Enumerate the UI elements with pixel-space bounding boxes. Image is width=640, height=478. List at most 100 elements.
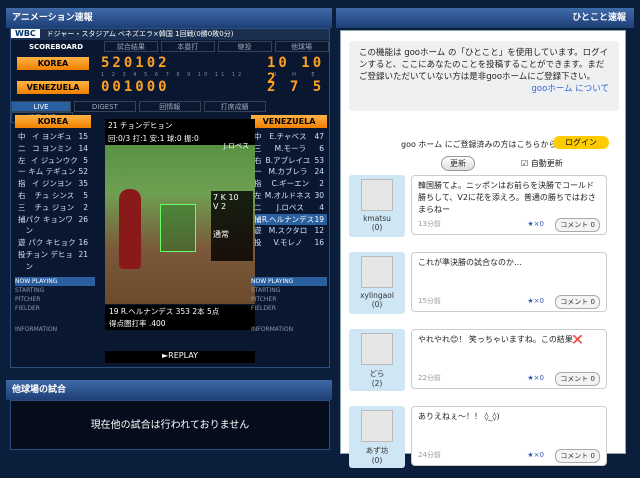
star-count[interactable]: ★×0	[527, 295, 544, 307]
lineup-row[interactable]: 遊パク キヒョク 16	[15, 237, 91, 249]
lineup-row[interactable]: 投チョン デヒョン 21	[15, 249, 91, 273]
lineup-row[interactable]: 二コ ヨンミン 14	[15, 143, 91, 155]
user-avatar[interactable]: どら (2)	[349, 329, 405, 391]
lineup-row[interactable]: 右チュ シンス 5	[15, 190, 91, 202]
user-name[interactable]: kmatsu	[349, 214, 405, 223]
tab-live[interactable]: LIVE	[11, 101, 71, 112]
lineup-row[interactable]: 三チュ ジョン 2	[15, 202, 91, 214]
lineup-name: パク キョンワン	[25, 214, 73, 236]
auto-refresh-label: 自動更新	[530, 159, 563, 168]
comment-button[interactable]: コメント 0	[555, 372, 600, 386]
lineup-num: 16	[78, 238, 88, 248]
star-count[interactable]: ★×0	[527, 372, 544, 384]
lineup-row[interactable]: 中イ ヨンギュ 15	[15, 131, 91, 143]
avatar-image	[361, 333, 393, 365]
now-playing-label: NOW PLAYING	[15, 277, 95, 286]
lineup-row[interactable]: 捕パク キョンワン 26	[15, 214, 91, 238]
lineup-name: M.モーラ	[274, 143, 307, 153]
user-count: (0)	[371, 456, 383, 465]
lineup-num: 53	[314, 155, 324, 165]
goo-about-link[interactable]: gooホーム について	[359, 83, 610, 95]
user-avatar[interactable]: kmatsu (0)	[349, 175, 405, 237]
user-name[interactable]: xylingaol	[349, 291, 405, 300]
starting-label: STARTING	[15, 287, 45, 294]
count-v: 2	[221, 202, 227, 211]
user-avatar[interactable]: あず坊 (0)	[349, 406, 405, 468]
lineup-num: 47	[314, 132, 324, 141]
star-count[interactable]: ★×0	[527, 449, 544, 461]
lineup-name: コ ヨンミン	[32, 143, 72, 153]
tab-relief[interactable]: 継投	[217, 41, 272, 52]
lineup-row[interactable]: 捕 R.ヘルナンデス 19	[251, 213, 327, 226]
lineup-row[interactable]: 指 C.ギーエン 2	[251, 178, 327, 190]
lineup-name: M.スクタロ	[268, 226, 308, 236]
comment-button[interactable]: コメント 0	[555, 295, 600, 309]
refresh-button[interactable]: 更新	[441, 156, 475, 171]
lineup-pos: 左	[18, 155, 26, 165]
count-k: 10	[228, 193, 239, 202]
lineup-row[interactable]: 投 V.モレノ 16	[251, 237, 327, 249]
user-avatar[interactable]: xylingaol (0)	[349, 252, 405, 314]
lineup-pos: 右	[18, 190, 26, 200]
comment-time: 13分前	[418, 220, 441, 228]
auto-refresh[interactable]: ☑ 自動更新	[521, 158, 563, 169]
lineup-num: 21	[78, 249, 88, 259]
comment-bubble: これが準決勝の試合なのか… 15分前 ★×0 コメント 0	[411, 252, 607, 312]
lineup-name: M.オルドネス	[264, 190, 312, 200]
lineup-name: J.ロペス	[276, 202, 304, 212]
lineup-name: チュ ジョン	[34, 202, 75, 212]
tab-other-games[interactable]: 他球場	[274, 41, 329, 52]
user-name[interactable]: どら	[349, 368, 405, 379]
login-button[interactable]: ログイン	[553, 136, 609, 149]
comment-time: 24分前	[418, 451, 441, 459]
baseball-field-view: 21 チョンデヒョン 回:0/3 打:1 安:1 球:0 振:0 J.ロペス 7…	[105, 119, 255, 304]
lineup-pos: 左	[254, 190, 262, 200]
tab-result[interactable]: 試合結果	[103, 41, 158, 52]
lineup-row[interactable]: 指イ ジンヨン 35	[15, 178, 91, 190]
tab-homerun[interactable]: 本塁打	[160, 41, 215, 52]
lineup-row[interactable]: 右 B.アブレイユ 53	[251, 155, 327, 167]
comment-bubble: 韓国勝てよ。ニッポンはお前らを決勝でコールド勝ちして、V2に花を添えろ。普通の勝…	[411, 175, 607, 235]
animation-panel: WBC ドジャー・スタジアム ベネズエラ×韓国 1回戦(0勝0敗0分) SCOR…	[10, 28, 330, 368]
other-games-message: 現在他の試合は行われておりません	[10, 400, 330, 450]
lineup-num: 14	[78, 143, 88, 153]
lineup-row[interactable]: 一キム テギュン 52	[15, 166, 91, 178]
comment-bubble: ありえねぇ～！！ ◊_◊) 24分前 ★×0 コメント 0	[411, 406, 607, 466]
lineup-row[interactable]: 中 E.チャベス 47	[251, 131, 327, 143]
lineup-row[interactable]: 三 M.モーラ 6	[251, 143, 327, 155]
lineup-row[interactable]: 二 J.ロペス 4	[251, 202, 327, 214]
lineup-name: イ ヨンギュ	[32, 132, 72, 141]
comment-button[interactable]: コメント 0	[555, 218, 600, 232]
tab-inning-info[interactable]: 回情報	[138, 101, 201, 112]
lineup-pos: 投	[254, 238, 262, 248]
avatar-image	[361, 256, 393, 288]
tab-batting[interactable]: 打席成績	[203, 101, 266, 112]
lineup-num: 16	[314, 238, 324, 248]
tab-digest[interactable]: DIGEST	[73, 101, 136, 112]
lineup-row[interactable]: 左 M.オルドネス 30	[251, 190, 327, 202]
mode-label: 通常	[213, 230, 229, 239]
lineup-num: 12	[314, 226, 324, 236]
lineup-pos: 一	[18, 167, 26, 177]
lineup-row[interactable]: 遊 M.スクタロ 12	[251, 225, 327, 237]
comment-item: あず坊 (0) ありえねぇ～！！ ◊_◊) 24分前 ★×0 コメント 0	[349, 406, 619, 474]
now-playing-right: NOW PLAYING STARTING PITCHER FIELDER INF…	[251, 277, 327, 334]
lineup-row[interactable]: 左イ ジュンウク 5	[15, 155, 91, 167]
lineup-row[interactable]: 一 M.カブレラ 24	[251, 166, 327, 178]
star-count[interactable]: ★×0	[527, 218, 544, 230]
user-name[interactable]: あず坊	[349, 445, 405, 456]
comment-button[interactable]: コメント 0	[555, 449, 600, 463]
inning-numbers: 1 2 3 4 5 6 7 8 9 10 11 12	[101, 72, 245, 78]
lineup-name: E.チャベス	[269, 132, 307, 141]
information-label: INFORMATION	[15, 326, 58, 333]
replay-button[interactable]: ►REPLAY	[105, 351, 255, 363]
lineup-num: 6	[319, 143, 324, 153]
lineup-num: 19	[314, 214, 324, 224]
lineup-num: 24	[314, 167, 324, 177]
lineup-num: 15	[78, 132, 88, 141]
information-label-right: INFORMATION	[251, 326, 294, 333]
team-korea: KOREA	[17, 57, 89, 70]
lineup-pos: 三	[254, 143, 262, 153]
scoreboard-label: SCOREBOARD	[28, 43, 84, 51]
pitcher-label-right: PITCHER	[251, 296, 277, 303]
